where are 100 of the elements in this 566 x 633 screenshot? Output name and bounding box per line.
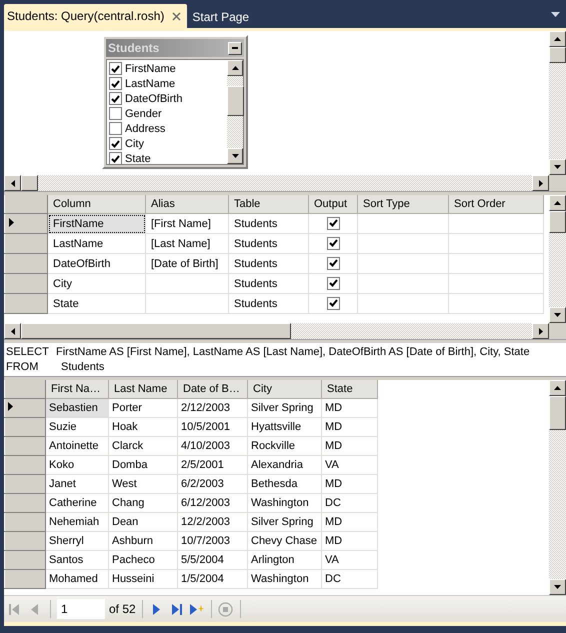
column-header[interactable]: First Na…: [46, 380, 108, 398]
scroll-left-button[interactable]: [4, 175, 21, 191]
table-cell[interactable]: Alexandria: [248, 456, 322, 474]
table-cell[interactable]: Ashburn: [108, 532, 178, 550]
document-tab[interactable]: Students: Query(central.rosh): [4, 4, 188, 28]
table-cell[interactable]: Sherryl: [46, 532, 108, 550]
table-cell[interactable]: Suzie: [46, 418, 108, 436]
table-cell[interactable]: Silver Spring: [248, 398, 322, 418]
checkbox[interactable]: [326, 216, 340, 230]
scrollbar-thumb[interactable]: [21, 323, 291, 339]
table-cell[interactable]: DateOfBirth: [48, 254, 146, 274]
scroll-down-button[interactable]: [549, 579, 566, 595]
table-cell[interactable]: Students: [228, 274, 308, 294]
table-cell[interactable]: 12/2/2003: [178, 512, 248, 532]
checkbox[interactable]: [326, 236, 340, 250]
checkbox[interactable]: [326, 296, 340, 310]
table-cell[interactable]: Porter: [108, 398, 178, 418]
scrollbar-thumb[interactable]: [227, 86, 244, 116]
table-cell[interactable]: Students: [228, 254, 308, 274]
table-cell[interactable]: Students: [228, 214, 308, 234]
checkbox[interactable]: [109, 92, 122, 105]
new-record-button[interactable]: [188, 601, 205, 617]
table-cell[interactable]: 6/12/2003: [178, 494, 248, 512]
column-header[interactable]: Date of B…: [178, 380, 248, 398]
column-header[interactable]: Output: [308, 195, 358, 214]
checkbox[interactable]: [109, 152, 122, 165]
table-cell[interactable]: Hyattsville: [248, 418, 322, 436]
scroll-up-button[interactable]: [549, 195, 566, 211]
column-header[interactable]: City: [248, 380, 322, 398]
table-cell[interactable]: MD: [322, 398, 378, 418]
table-cell[interactable]: 4/10/2003: [178, 436, 248, 456]
scrollbar-thumb[interactable]: [21, 175, 38, 191]
table-cell[interactable]: Antoinette: [46, 436, 108, 456]
table-cell[interactable]: 2/12/2003: [178, 398, 248, 418]
column-header[interactable]: Alias: [146, 195, 228, 214]
table-cell[interactable]: 10/7/2003: [178, 532, 248, 550]
scrollbar-thumb[interactable]: [549, 47, 566, 63]
table-cell[interactable]: Silver Spring: [248, 512, 322, 532]
table-cell[interactable]: Domba: [108, 456, 178, 474]
scroll-up-button[interactable]: [549, 31, 566, 47]
scroll-right-button[interactable]: [532, 323, 549, 339]
table-cell[interactable]: City: [48, 274, 146, 294]
table-cell[interactable]: VA: [322, 550, 378, 570]
table-cell[interactable]: Clarck: [108, 436, 178, 456]
scroll-down-button[interactable]: [549, 307, 566, 323]
table-cell[interactable]: MD: [322, 474, 378, 494]
minimize-button[interactable]: [228, 42, 242, 54]
table-cell[interactable]: Chevy Chase: [248, 532, 322, 550]
table-cell[interactable]: Rockville: [248, 436, 322, 456]
table-cell[interactable]: Koko: [46, 456, 108, 474]
table-cell[interactable]: Janet: [46, 474, 108, 494]
scroll-down-button[interactable]: [227, 148, 243, 164]
table-cell[interactable]: Students: [228, 294, 308, 314]
dropdown-arrow-icon[interactable]: [551, 12, 560, 16]
table-cell[interactable]: MD: [322, 436, 378, 456]
table-cell[interactable]: Husseini: [108, 570, 178, 588]
scroll-left-button[interactable]: [4, 323, 21, 339]
table-cell[interactable]: Nehemiah: [46, 512, 108, 532]
table-cell[interactable]: Students: [228, 234, 308, 254]
checkbox[interactable]: [109, 122, 122, 135]
checkbox[interactable]: [109, 137, 122, 150]
page-field[interactable]: 1: [57, 599, 105, 619]
table-cell[interactable]: MD: [322, 532, 378, 550]
table-cell[interactable]: FirstName: [48, 214, 146, 234]
table-widget[interactable]: Students FirstName LastName DateOfBirth Gender Address City State: [102, 35, 248, 169]
table-cell[interactable]: Sebastien: [46, 398, 108, 418]
close-icon[interactable]: [172, 12, 182, 20]
scrollbar-thumb[interactable]: [549, 211, 566, 233]
table-cell[interactable]: DC: [322, 494, 378, 512]
scrollbar-thumb[interactable]: [549, 396, 566, 430]
table-cell[interactable]: MD: [322, 418, 378, 436]
table-cell[interactable]: West: [108, 474, 178, 494]
table-cell[interactable]: Pacheco: [108, 550, 178, 570]
table-cell[interactable]: VA: [322, 456, 378, 474]
table-cell[interactable]: LastName: [48, 234, 146, 254]
column-header[interactable]: Last Name: [108, 380, 178, 398]
table-cell[interactable]: Santos: [46, 550, 108, 570]
column-header[interactable]: Sort Order: [448, 195, 544, 214]
checkbox[interactable]: [326, 256, 340, 270]
table-cell[interactable]: Washington: [248, 570, 322, 588]
row-header[interactable]: [4, 214, 48, 234]
table-cell[interactable]: State: [48, 294, 146, 314]
table-cell[interactable]: Mohamed: [46, 570, 108, 588]
checkbox[interactable]: [109, 62, 122, 75]
table-cell[interactable]: 6/2/2003: [178, 474, 248, 494]
table-cell[interactable]: Catherine: [46, 494, 108, 512]
table-cell[interactable]: 1/5/2004: [178, 570, 248, 588]
table-cell[interactable]: [First Name]: [146, 214, 228, 234]
table-cell[interactable]: MD: [322, 512, 378, 532]
table-cell[interactable]: 2/5/2001: [178, 456, 248, 474]
table-cell[interactable]: Hoak: [108, 418, 178, 436]
document-tab[interactable]: Start Page: [189, 6, 256, 28]
table-cell[interactable]: Arlington: [248, 550, 322, 570]
column-header[interactable]: Column: [48, 195, 146, 214]
scroll-up-button[interactable]: [549, 380, 566, 396]
table-cell[interactable]: Chang: [108, 494, 178, 512]
scroll-up-button[interactable]: [227, 60, 243, 76]
checkbox[interactable]: [109, 107, 122, 120]
column-header[interactable]: Table: [228, 195, 308, 214]
row-header[interactable]: [4, 398, 46, 418]
